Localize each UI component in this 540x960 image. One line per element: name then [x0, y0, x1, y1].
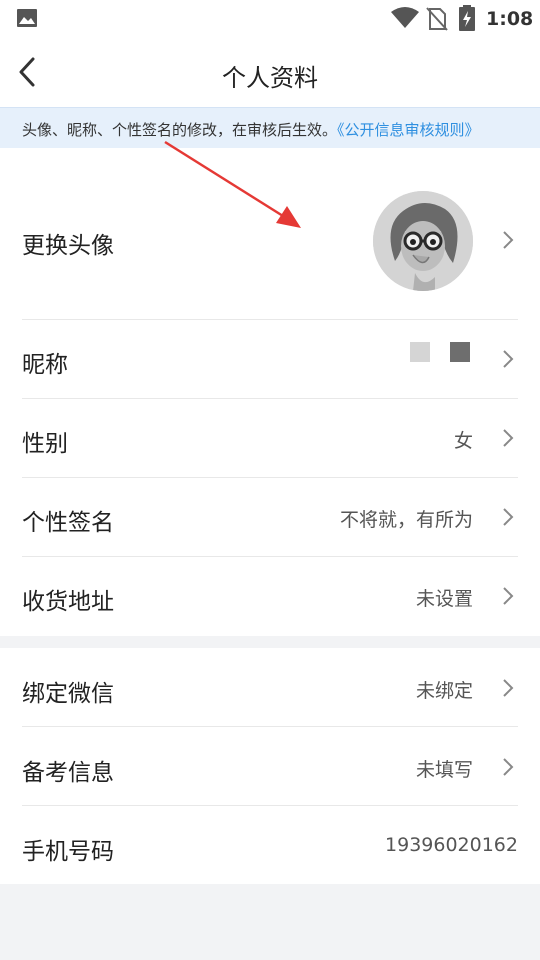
nav-bar: 个人资料: [0, 38, 540, 107]
account-card: 绑定微信 未绑定 备考信息 未填写 手机号码 19396020162: [0, 648, 540, 884]
shipping-address-value: 未设置: [415, 588, 473, 610]
bind-wechat-row[interactable]: 绑定微信 未绑定: [22, 648, 518, 727]
change-avatar-label: 更换头像: [22, 233, 114, 259]
page-title: 个人资料: [222, 64, 318, 92]
bind-wechat-value: 未绑定: [415, 680, 473, 702]
shipping-address-label: 收货地址: [22, 589, 114, 615]
change-avatar-row[interactable]: 更换头像: [22, 148, 518, 320]
phone-number-value: 19396020162: [385, 834, 518, 856]
review-notice-banner: 头像、昵称、个性签名的修改，在审核后生效。《公开信息审核规则》: [0, 107, 540, 148]
phone-number-row: 手机号码 19396020162: [22, 806, 518, 884]
exam-info-label: 备考信息: [22, 760, 114, 786]
chevron-right-icon: [503, 679, 514, 697]
profile-card: 更换头像 昵称 性别 女 个性签名 不将就，有所为 收货地址 未设置: [0, 148, 540, 636]
chevron-right-icon: [503, 508, 514, 526]
status-time: 1:08: [486, 8, 534, 30]
battery-charging-icon: [459, 5, 475, 31]
gender-label: 性别: [22, 431, 68, 457]
gender-row[interactable]: 性别 女: [22, 399, 518, 478]
exam-info-row[interactable]: 备考信息 未填写: [22, 727, 518, 806]
chevron-right-icon: [503, 587, 514, 605]
signature-row[interactable]: 个性签名 不将就，有所为: [22, 478, 518, 557]
review-rules-link[interactable]: 《公开信息审核规则》: [337, 121, 480, 139]
notice-text: 头像、昵称、个性签名的修改，在审核后生效。: [22, 121, 338, 139]
gender-value: 女: [453, 430, 473, 452]
cartoon-avatar-image: [373, 191, 473, 291]
nickname-placeholder-block-dark: [450, 342, 470, 362]
no-sim-icon: [426, 7, 448, 31]
nickname-placeholder-block-light: [410, 342, 430, 362]
chevron-right-icon: [503, 758, 514, 776]
signature-label: 个性签名: [22, 510, 114, 536]
wifi-icon: [391, 7, 419, 28]
nickname-label: 昵称: [22, 352, 68, 378]
chevron-right-icon: [503, 350, 514, 368]
shipping-address-row[interactable]: 收货地址 未设置: [22, 557, 518, 636]
status-bar: 1:08: [0, 0, 540, 38]
chevron-right-icon: [503, 231, 514, 249]
bind-wechat-label: 绑定微信: [22, 681, 114, 707]
exam-info-value: 未填写: [415, 759, 473, 781]
image-icon: [17, 9, 37, 27]
avatar: [373, 191, 473, 291]
nickname-row[interactable]: 昵称: [22, 320, 518, 399]
signature-value: 不将就，有所为: [339, 509, 473, 531]
phone-number-label: 手机号码: [22, 839, 114, 865]
chevron-right-icon: [503, 429, 514, 447]
